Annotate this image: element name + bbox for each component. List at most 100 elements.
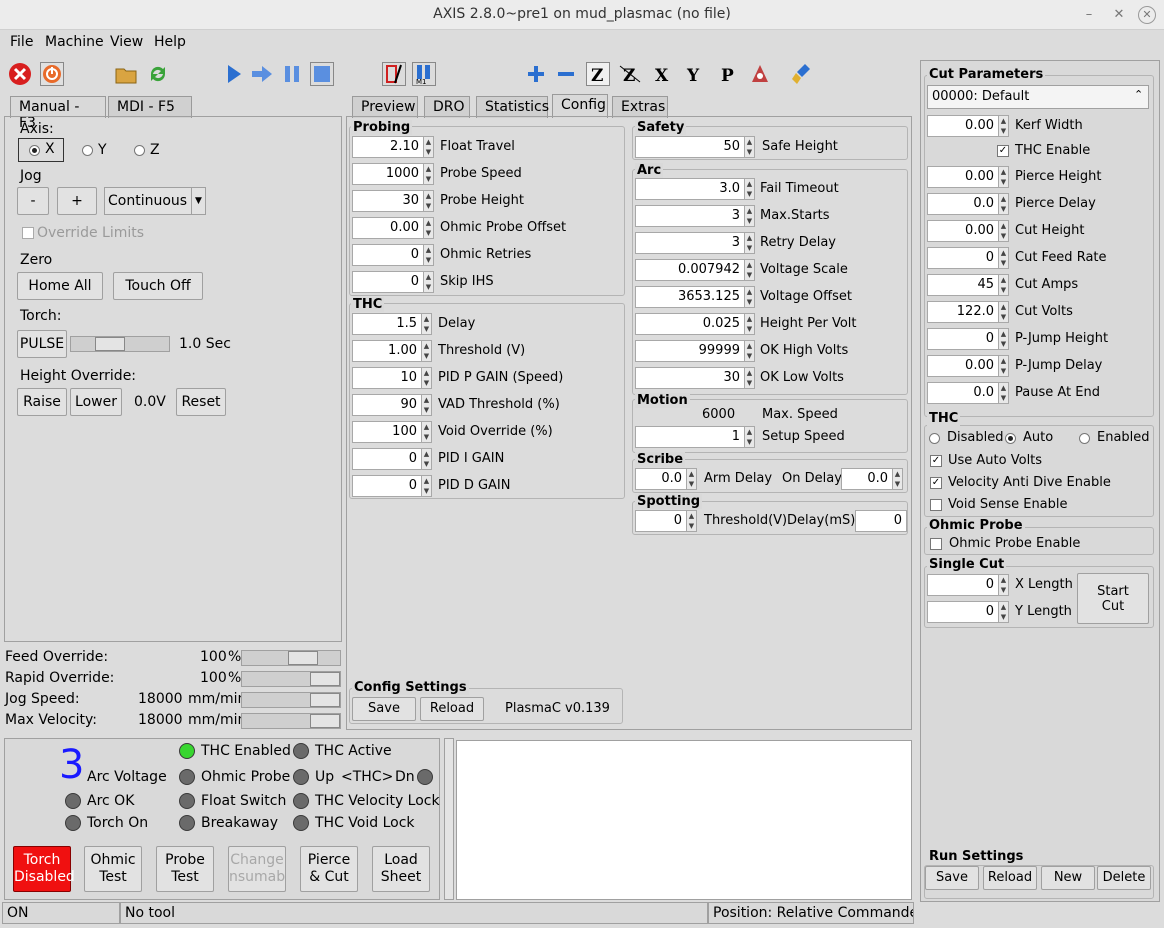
stop-icon[interactable] (310, 62, 334, 86)
spin-arrows-icon[interactable]: ▲ ▼ (424, 244, 434, 266)
thc-enable-checkbox[interactable]: ✓ (997, 145, 1009, 157)
thc-spinbox[interactable]: 1.5 ▲ ▼ (352, 313, 432, 335)
spin-arrows-icon[interactable]: ▲ ▼ (424, 271, 434, 293)
arc-input[interactable]: 3.0 (635, 178, 745, 200)
on-delay-spinbox[interactable]: 0.0 ▲ ▼ (841, 468, 903, 490)
optional-stop-icon[interactable]: M1 (412, 62, 436, 86)
maximize-icon[interactable]: ✕ (1110, 6, 1128, 24)
cut_parameters-spinbox[interactable]: 0.0 ▲ ▼ (927, 382, 1009, 404)
minimize-icon[interactable]: – (1080, 6, 1098, 24)
tab-statistics[interactable]: Statistics (476, 96, 549, 118)
spin-arrows-icon[interactable]: ▲ ▼ (424, 190, 434, 212)
thc-disabled-radio[interactable] (929, 433, 940, 444)
slider-thumb[interactable] (310, 714, 340, 728)
run-save-button[interactable]: Save (925, 866, 979, 890)
spin-arrows-icon[interactable]: ▲ ▼ (422, 475, 432, 497)
block-delete-icon[interactable] (382, 62, 406, 86)
arc-spinbox[interactable]: 30 ▲ ▼ (635, 367, 755, 389)
spin-arrows-icon[interactable]: ▲ ▼ (745, 340, 755, 362)
jog-mode-select[interactable]: Continuous ▼ (104, 187, 206, 215)
probing-input[interactable]: 0 (352, 244, 424, 266)
arc-input[interactable]: 3653.125 (635, 286, 745, 308)
tab-dro[interactable]: DRO (424, 96, 470, 118)
arc-input[interactable]: 30 (635, 367, 745, 389)
arc-spinbox[interactable]: 0.025 ▲ ▼ (635, 313, 755, 335)
run-new-button[interactable]: New (1041, 866, 1095, 890)
thc-input[interactable]: 10 (352, 367, 422, 389)
spin-arrows-icon[interactable]: ▲ ▼ (893, 468, 903, 490)
cut_parameters-input[interactable]: 0.00 (927, 220, 999, 242)
spin-arrows-icon[interactable]: ▲ ▼ (999, 601, 1009, 623)
cut_parameters-input[interactable]: 0.00 (927, 166, 999, 188)
torch-disabled-button[interactable]: Torch Disabled (13, 846, 75, 892)
menu-file[interactable]: File (10, 34, 33, 50)
cut_parameters-spinbox[interactable]: 0 ▲ ▼ (927, 328, 1009, 350)
x-length-input[interactable]: 0 (927, 574, 999, 596)
pulse-button[interactable]: PULSE (17, 330, 67, 358)
home-all-button[interactable]: Home All (17, 272, 103, 300)
reload-icon[interactable] (146, 62, 170, 86)
console-text-area[interactable] (456, 740, 912, 900)
run-delete-button[interactable]: Delete (1097, 866, 1151, 890)
start-cut-button[interactable]: Start Cut (1077, 573, 1149, 624)
setup-speed-input[interactable]: 1 (635, 426, 745, 448)
axis-y-radio[interactable]: Y (82, 142, 122, 160)
spin-arrows-icon[interactable]: ▲ ▼ (745, 178, 755, 200)
probing-spinbox[interactable]: 0.00 ▲ ▼ (352, 217, 434, 239)
spin-arrows-icon[interactable]: ▲ ▼ (745, 232, 755, 254)
cut_parameters-input[interactable]: 45 (927, 274, 999, 296)
menu-machine[interactable]: Machine (45, 34, 104, 50)
arc-spinbox[interactable]: 3 ▲ ▼ (635, 232, 755, 254)
thc-input[interactable]: 1.00 (352, 340, 422, 362)
view-z-icon[interactable]: Z (586, 62, 610, 86)
arc-spinbox[interactable]: 0.007942 ▲ ▼ (635, 259, 755, 281)
max-velocity-slider[interactable] (241, 713, 341, 729)
cut_parameters-input[interactable]: 0.0 (927, 382, 999, 404)
thc-spinbox[interactable]: 90 ▲ ▼ (352, 394, 432, 416)
thc-spinbox[interactable]: 1.00 ▲ ▼ (352, 340, 432, 362)
threshold-input[interactable]: 0 (635, 510, 687, 532)
thc-input[interactable]: 0 (352, 475, 422, 497)
arc-spinbox[interactable]: 3.0 ▲ ▼ (635, 178, 755, 200)
tab-preview[interactable]: Preview (352, 96, 418, 118)
probing-spinbox[interactable]: 0 ▲ ▼ (352, 271, 434, 293)
probing-input[interactable]: 30 (352, 190, 424, 212)
on-delay-input[interactable]: 0.0 (841, 468, 893, 490)
run-reload-button[interactable]: Reload (983, 866, 1037, 890)
slider-thumb[interactable] (288, 651, 318, 665)
thc-spinbox[interactable]: 0 ▲ ▼ (352, 475, 432, 497)
void-sense-checkbox[interactable] (930, 499, 942, 511)
cut_parameters-spinbox[interactable]: 0 ▲ ▼ (927, 247, 1009, 269)
cut_parameters-spinbox[interactable]: 0.00 ▲ ▼ (927, 220, 1009, 242)
x-length-spinbox[interactable]: 0 ▲ ▼ (927, 574, 1009, 596)
arc-input[interactable]: 3 (635, 232, 745, 254)
view-p-icon[interactable]: P (716, 62, 740, 86)
threshold-spinbox[interactable]: 0 ▲ ▼ (635, 510, 697, 532)
spin-arrows-icon[interactable]: ▲ ▼ (422, 313, 432, 335)
safe-height-spinbox[interactable]: 50 ▲ ▼ (635, 136, 755, 158)
feed-override-slider[interactable] (241, 650, 341, 666)
y-length-spinbox[interactable]: 0 ▲ ▼ (927, 601, 1009, 623)
material-select[interactable]: 00000: Default ⌃ (927, 85, 1149, 109)
arc-spinbox[interactable]: 3653.125 ▲ ▼ (635, 286, 755, 308)
spin-arrows-icon[interactable]: ▲ ▼ (422, 367, 432, 389)
spin-arrows-icon[interactable]: ▲ ▼ (745, 286, 755, 308)
cut_parameters-input[interactable]: 0.0 (927, 193, 999, 215)
cut_parameters-input[interactable]: 0 (927, 247, 999, 269)
config-save-button[interactable]: Save (352, 697, 416, 721)
spin-arrows-icon[interactable]: ▲ ▼ (745, 259, 755, 281)
rapid-override-slider[interactable] (241, 671, 341, 687)
velocity-anti-dive-checkbox[interactable]: ✓ (930, 477, 942, 489)
cut_parameters-input[interactable]: 0 (927, 328, 999, 350)
spin-arrows-icon[interactable]: ▲ ▼ (424, 163, 434, 185)
open-folder-icon[interactable] (114, 62, 138, 86)
arc-input[interactable]: 0.025 (635, 313, 745, 335)
thc-input[interactable]: 90 (352, 394, 422, 416)
thc-input[interactable]: 0 (352, 448, 422, 470)
safe-height-input[interactable]: 50 (635, 136, 745, 158)
spin-arrows-icon[interactable]: ▲ ▼ (687, 510, 697, 532)
delay-ms-input[interactable]: 0 (855, 510, 907, 532)
kerf-width-spinbox[interactable]: 0.00 ▲ ▼ (927, 115, 1009, 137)
spin-arrows-icon[interactable]: ▲ ▼ (999, 166, 1009, 188)
zoom-in-icon[interactable] (524, 62, 548, 86)
